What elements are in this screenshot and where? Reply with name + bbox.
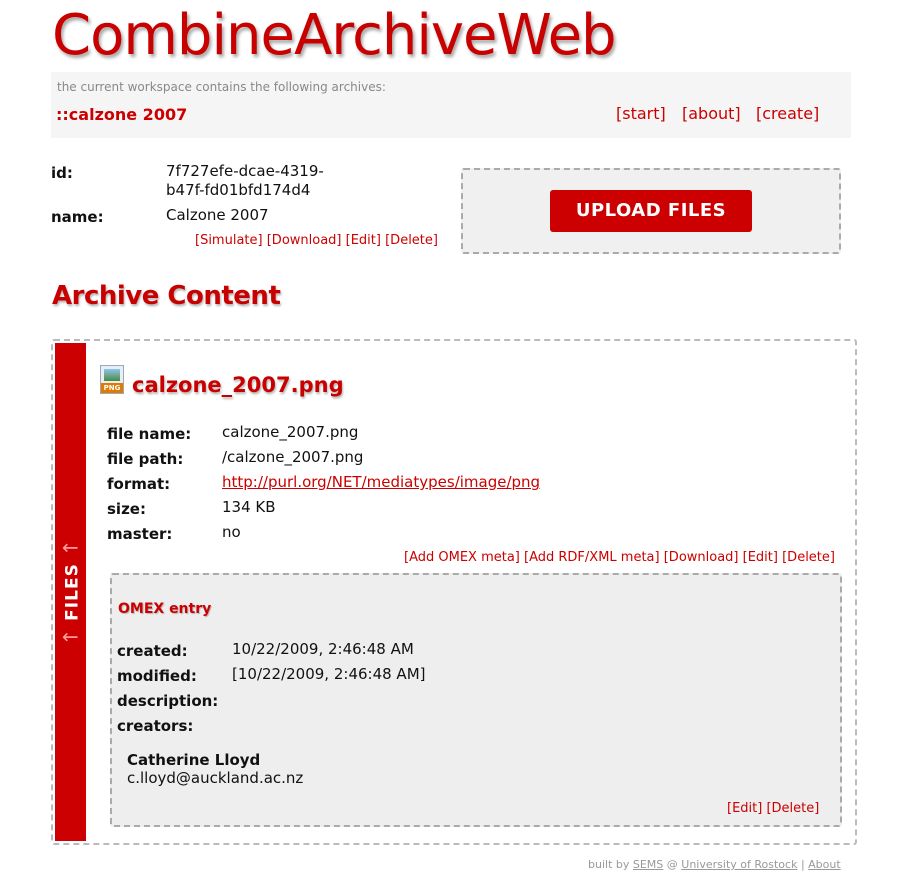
png-file-icon: PNG	[100, 365, 124, 394]
archive-edit-link[interactable]: [Edit]	[346, 233, 381, 248]
footer-built-by: built by	[588, 858, 630, 871]
archive-content-heading: Archive Content	[52, 281, 281, 311]
size-value: 134 KB	[222, 498, 276, 516]
archive-id-value-line1: 7f727efe-dcae-4319-	[166, 162, 324, 180]
footer: built by SEMS @ University of Rostock | …	[588, 858, 841, 871]
modified-label: modified:	[117, 667, 197, 685]
add-omex-meta-link[interactable]: [Add OMEX meta]	[404, 550, 520, 565]
workspace-archive-link[interactable]: ::calzone 2007	[56, 105, 187, 124]
upload-dropzone[interactable]: UPLOAD FILES	[461, 168, 841, 254]
upload-files-button[interactable]: UPLOAD FILES	[550, 190, 752, 232]
archive-name-value: Calzone 2007	[166, 206, 269, 224]
add-rdf-meta-link[interactable]: [Add RDF/XML meta]	[524, 550, 660, 565]
file-actions: [Add OMEX meta] [Add RDF/XML meta] [Down…	[404, 550, 835, 565]
modified-value: [10/22/2009, 2:46:48 AM]	[232, 665, 426, 683]
files-tab[interactable]: ↑ FILES ↑	[55, 343, 86, 841]
file-edit-link[interactable]: [Edit]	[743, 550, 778, 565]
format-link[interactable]: http://purl.org/NET/mediatypes/image/png	[222, 473, 540, 491]
creators-label: creators:	[117, 717, 194, 735]
file-title: calzone_2007.png	[132, 373, 344, 397]
nav-start-link[interactable]: [start]	[616, 104, 666, 123]
png-file-icon-tag: PNG	[101, 383, 123, 393]
footer-separator: |	[800, 858, 805, 871]
omex-actions: [Edit] [Delete]	[727, 801, 819, 816]
omex-entry-panel	[110, 573, 842, 827]
omex-delete-link[interactable]: [Delete]	[766, 801, 819, 816]
file-delete-link[interactable]: [Delete]	[782, 550, 835, 565]
file-path-value: /calzone_2007.png	[222, 448, 364, 466]
created-label: created:	[117, 642, 188, 660]
nav-create-link[interactable]: [create]	[756, 104, 819, 123]
arrow-up-icon: ↑	[58, 538, 83, 557]
nav-about-link[interactable]: [about]	[682, 104, 741, 123]
file-download-link[interactable]: [Download]	[664, 550, 739, 565]
file-name-value: calzone_2007.png	[222, 423, 359, 441]
creator-name: Catherine Lloyd	[127, 751, 261, 769]
archive-download-link[interactable]: [Download]	[267, 233, 342, 248]
created-value: 10/22/2009, 2:46:48 AM	[232, 640, 414, 658]
workspace-caption: the current workspace contains the follo…	[57, 80, 386, 94]
master-label: master:	[107, 525, 173, 543]
app-title: CombineArchiveWeb	[52, 3, 617, 68]
archive-id-value-line2: b47f-fd01bfd174d4	[166, 181, 311, 199]
archive-id-label: id:	[51, 164, 73, 182]
workspace-panel: the current workspace contains the follo…	[51, 72, 851, 138]
footer-at: @	[666, 858, 678, 871]
archive-delete-link[interactable]: [Delete]	[385, 233, 438, 248]
arrow-up-icon: ↑	[58, 627, 83, 646]
file-name-label: file name:	[107, 425, 192, 443]
omex-edit-link[interactable]: [Edit]	[727, 801, 762, 816]
file-path-label: file path:	[107, 450, 184, 468]
archive-name-label: name:	[51, 208, 104, 226]
footer-sems-link[interactable]: SEMS	[633, 858, 663, 871]
footer-university-link[interactable]: University of Rostock	[681, 858, 797, 871]
creator-email: c.lloyd@auckland.ac.nz	[127, 769, 304, 787]
size-label: size:	[107, 500, 146, 518]
omex-entry-title: OMEX entry	[118, 601, 212, 617]
master-value: no	[222, 523, 241, 541]
archive-actions: [Simulate] [Download] [Edit] [Delete]	[195, 233, 438, 248]
format-label: format:	[107, 475, 171, 493]
files-tab-label: FILES	[62, 563, 83, 621]
footer-about-link[interactable]: About	[808, 858, 841, 871]
simulate-link[interactable]: [Simulate]	[195, 233, 263, 248]
description-label: description:	[117, 692, 219, 710]
